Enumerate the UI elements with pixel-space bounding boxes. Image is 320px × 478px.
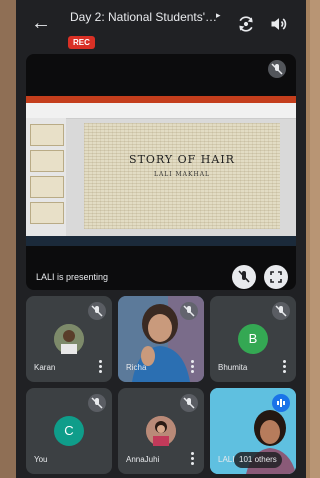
more-vert-icon[interactable] [99, 360, 103, 373]
fullscreen-button[interactable] [264, 265, 288, 289]
mute-presenter-button[interactable] [232, 265, 256, 289]
presentation-tile[interactable]: STORY OF HAIR LALI MAKHAL LALI is presen… [26, 54, 296, 290]
slide-thumbnails [26, 118, 66, 236]
meeting-title[interactable]: Day 2: National Students' Se... [70, 10, 220, 24]
mic-off-icon [180, 394, 198, 412]
slide-thumbnail [30, 150, 64, 172]
participant-name: Karan [34, 363, 56, 372]
participant-tile[interactable]: Karan [26, 296, 112, 382]
mic-off-icon [88, 302, 106, 320]
participant-name: You [34, 455, 48, 464]
recording-badge: REC [68, 36, 95, 49]
background-left [0, 0, 16, 478]
participant-tile[interactable]: Richa [118, 296, 204, 382]
slide-subtitle: LALI MAKHAL [153, 171, 211, 178]
switch-camera-icon[interactable] [236, 14, 256, 34]
slide-thumbnail [30, 202, 64, 224]
participant-name: LALI [218, 455, 235, 464]
avatar: C [54, 416, 84, 446]
current-slide: STORY OF HAIR LALI MAKHAL [84, 123, 280, 229]
meet-screen: ← Day 2: National Students' Se... ▸ REC [16, 0, 306, 478]
shared-screen: STORY OF HAIR LALI MAKHAL [26, 96, 296, 246]
presenting-label: LALI is presenting [36, 272, 109, 282]
mic-off-icon [268, 60, 286, 78]
back-arrow-icon[interactable]: ← [30, 12, 52, 34]
avatar: B [238, 324, 268, 354]
top-bar: ← Day 2: National Students' Se... ▸ REC [16, 0, 306, 52]
slide-thumbnail [30, 124, 64, 146]
app-ribbon [26, 103, 296, 119]
more-vert-icon[interactable] [283, 360, 287, 373]
slide-thumbnail [30, 176, 64, 198]
fullscreen-icon [270, 271, 282, 283]
more-vert-icon[interactable] [191, 360, 195, 373]
participant-tile[interactable]: C You [26, 388, 112, 474]
others-count-badge[interactable]: 101 others [234, 452, 282, 468]
more-vert-icon[interactable] [191, 452, 195, 465]
participant-name: AnnaJuhi [126, 455, 160, 464]
mic-off-icon [88, 394, 106, 412]
taskbar [26, 236, 296, 246]
chevron-right-icon[interactable]: ▸ [216, 10, 221, 21]
participant-name: Richa [126, 363, 147, 372]
slide-title: STORY OF HAIR [129, 153, 235, 166]
app-titlebar [26, 96, 296, 103]
participant-tile[interactable]: B Bhumita [210, 296, 296, 382]
mic-off-icon [238, 270, 250, 283]
speaker-icon[interactable] [269, 14, 289, 34]
mic-off-icon [272, 302, 290, 320]
participant-tile[interactable]: AnnaJuhi [118, 388, 204, 474]
avatar [146, 416, 176, 446]
avatar [54, 324, 84, 354]
participant-name: Bhumita [218, 363, 248, 372]
speaking-indicator-icon [272, 394, 290, 412]
mic-off-icon [180, 302, 198, 320]
participant-tile[interactable]: LALI 101 others [210, 388, 296, 474]
